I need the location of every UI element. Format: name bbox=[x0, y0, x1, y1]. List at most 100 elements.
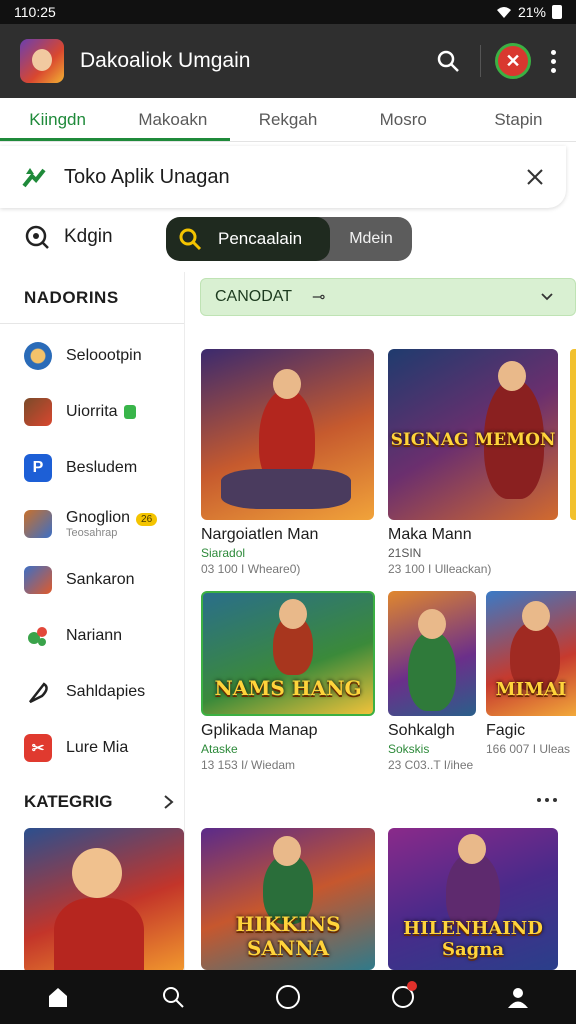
status-bar: 110:25 21% bbox=[0, 0, 576, 24]
sidebar-item-label: Gnoglion bbox=[66, 509, 131, 526]
leaf-icon bbox=[28, 627, 47, 646]
sidebar-item-7[interactable]: Sahldapies bbox=[0, 664, 184, 720]
game-card[interactable]: NAMS HANG Gplikada Manap Ataske 13 153 I… bbox=[201, 591, 375, 772]
app-bar: Dakoaliok Umgain ✕ bbox=[0, 24, 576, 98]
game-meta: 166 007 I Uleas bbox=[486, 742, 571, 756]
media-app-icon: ✂ bbox=[24, 734, 52, 762]
filter-bar[interactable]: CANODAT ⊸ bbox=[200, 278, 576, 316]
tab-4[interactable]: Mosro bbox=[346, 98, 461, 141]
profile-icon bbox=[508, 988, 529, 1008]
game-art-title: HILENHAIND Sagna bbox=[403, 918, 543, 960]
search-button[interactable] bbox=[430, 43, 466, 79]
game-art-title: NAMS HANG bbox=[214, 676, 362, 700]
search-icon bbox=[179, 228, 202, 251]
nav-home[interactable] bbox=[38, 977, 78, 1017]
kidgin-label: Kdgin bbox=[64, 226, 113, 247]
nav-notifications[interactable] bbox=[383, 977, 423, 1017]
more-horizontal-button[interactable] bbox=[537, 798, 557, 802]
nav-search[interactable] bbox=[153, 977, 193, 1017]
sidebar-item-sublabel: Teosahrap bbox=[66, 527, 118, 539]
wifi-icon bbox=[496, 7, 511, 18]
sidebar-heading: NADORINS bbox=[0, 272, 184, 324]
sidebar-item-3[interactable]: P Besludem bbox=[0, 440, 184, 496]
sidebar-item-label: Seloootpin bbox=[66, 347, 142, 364]
sidebar-item-label: Besludem bbox=[66, 459, 138, 476]
arrow-right-icon: ⊸ bbox=[312, 289, 326, 306]
close-app-button[interactable]: ✕ bbox=[495, 43, 531, 79]
game-art: NAMS HANG bbox=[201, 591, 375, 716]
app-bar-divider bbox=[480, 45, 481, 77]
close-banner-icon[interactable] bbox=[526, 168, 544, 186]
tab-2[interactable]: Makoakn bbox=[115, 98, 231, 141]
sidebar-item-2[interactable]: Uiorrita bbox=[0, 384, 184, 440]
sidebar-item-1[interactable]: Seloootpin bbox=[0, 328, 184, 384]
game-art: MIMAI bbox=[486, 591, 576, 716]
game-title: Sohkalgh bbox=[388, 722, 455, 739]
search-icon bbox=[437, 50, 459, 72]
sidebar-item-5[interactable]: Sankaron bbox=[0, 552, 184, 608]
kidgin-search[interactable]: Kdgin bbox=[24, 224, 113, 250]
category-heading-label: KATEGRIG bbox=[24, 792, 113, 811]
nav-profile[interactable] bbox=[498, 977, 538, 1017]
game-art: HIKKINS SANNA bbox=[201, 828, 375, 970]
banner-title: Toko Aplik Unagan bbox=[64, 165, 230, 188]
search-icon bbox=[162, 987, 184, 1008]
game-card[interactable]: SIGNAG MEMON Maka Mann 21SIN 23 100 I Ul… bbox=[388, 349, 558, 576]
filter-label: CANODAT bbox=[215, 288, 293, 305]
search-row: Kdgin Pencaalain Mdein bbox=[0, 214, 576, 266]
sidebar-item-6[interactable]: Nariann bbox=[0, 608, 184, 664]
game-card[interactable]: Nargoiatlen Man Siaradol 03 100 I Wheare… bbox=[201, 349, 374, 576]
game-card[interactable]: HILENHAIND Sagna bbox=[388, 828, 558, 970]
game-card[interactable]: MIMAI Fagic 166 007 I Uleas bbox=[486, 591, 576, 756]
game-avatar-icon bbox=[24, 398, 52, 426]
search-icon bbox=[25, 225, 49, 249]
verified-badge-icon bbox=[123, 404, 136, 419]
search-pill-label: Pencaalain bbox=[218, 229, 303, 248]
game-art-title: SIGNAG MEMON bbox=[390, 430, 556, 450]
app-logo bbox=[20, 39, 64, 83]
count-badge: 26 bbox=[136, 513, 158, 526]
search-pill-primary[interactable]: Pencaalain bbox=[166, 217, 330, 261]
game-card[interactable]: Sohkalgh Sokskis 23 C03..T I/ihee bbox=[388, 591, 476, 772]
category-heading[interactable]: KATEGRIG bbox=[0, 776, 184, 828]
sidebar-item-4[interactable]: Gnoglion 26 Teosahrap bbox=[0, 496, 184, 552]
chevron-down-icon bbox=[541, 293, 553, 301]
battery-icon bbox=[552, 5, 562, 19]
tab-bar: Kiingdn Makoakn Rekgah Mosro Stapin bbox=[0, 98, 576, 142]
game-card[interactable]: HIKKINS SANNA bbox=[201, 828, 375, 970]
sidebar-item-label: Sahldapies bbox=[66, 683, 146, 700]
category-card[interactable] bbox=[24, 828, 184, 973]
sidebar-item-8[interactable]: ✂ Lure Mia bbox=[0, 720, 184, 776]
search-pill-secondary[interactable]: Mdein bbox=[330, 217, 412, 261]
game-meta: 03 100 I Wheare0) bbox=[201, 562, 301, 576]
sidebar-item-label: Uiorrita bbox=[66, 403, 118, 420]
sidebar-item-label: Nariann bbox=[66, 627, 123, 644]
search-pill[interactable]: Pencaalain Mdein bbox=[166, 217, 412, 261]
game-subtitle: 21SIN bbox=[388, 546, 422, 560]
game-title: Fagic bbox=[486, 722, 526, 739]
game-meta: 13 153 I/ Wiedam bbox=[201, 758, 296, 772]
home-icon bbox=[48, 988, 67, 1007]
nav-circle[interactable] bbox=[268, 977, 308, 1017]
game-card-peek[interactable] bbox=[570, 349, 576, 520]
game-art-title: MIMAI bbox=[495, 679, 567, 700]
store-icon bbox=[22, 168, 46, 188]
app-title: Dakoaliok Umgain bbox=[80, 49, 251, 72]
game-title: Gplikada Manap bbox=[201, 722, 318, 739]
game-art bbox=[388, 591, 476, 716]
tab-5[interactable]: Stapin bbox=[461, 98, 576, 141]
chevron-right-icon bbox=[164, 795, 174, 809]
close-icon: ✕ bbox=[505, 50, 521, 71]
store-banner: Toko Aplik Unagan bbox=[0, 146, 566, 208]
game-subtitle: Siaradol bbox=[201, 546, 246, 560]
game-meta: 23 100 I Ulleackan) bbox=[388, 562, 492, 576]
game-art-title: HIKKINS SANNA bbox=[235, 912, 341, 960]
more-options-button[interactable] bbox=[551, 49, 556, 73]
parking-icon: P bbox=[24, 454, 52, 482]
game-avatar-icon bbox=[24, 342, 52, 370]
tab-3[interactable]: Rekgah bbox=[230, 98, 345, 141]
game-title: Maka Mann bbox=[388, 526, 472, 543]
status-time: 110:25 bbox=[14, 4, 56, 20]
game-subtitle: Sokskis bbox=[388, 742, 430, 756]
tab-1[interactable]: Kiingdn bbox=[0, 98, 116, 141]
